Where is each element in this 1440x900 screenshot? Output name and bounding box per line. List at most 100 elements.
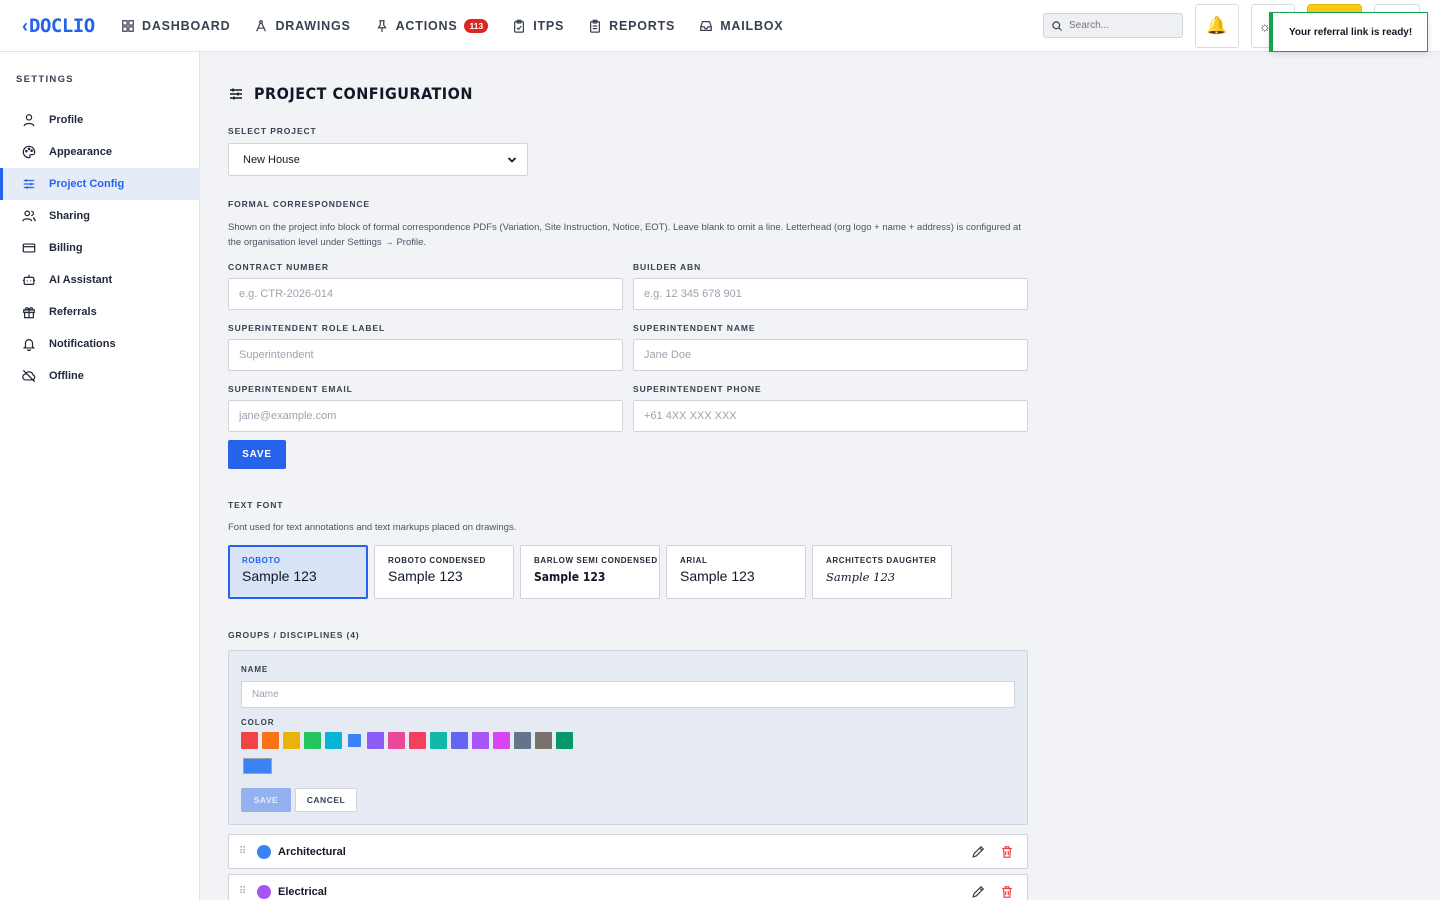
font-option-architects-daughter[interactable]: ARCHITECTS DAUGHTER Sample 123 xyxy=(812,545,952,599)
color-swatch[interactable] xyxy=(451,732,468,749)
save-correspondence-button[interactable]: SAVE xyxy=(228,440,286,469)
group-name-input[interactable] xyxy=(241,681,1015,708)
color-swatch[interactable] xyxy=(514,732,531,749)
nav-itps[interactable]: ITPS xyxy=(512,19,564,33)
main-nav: DASHBOARD DRAWINGS ACTIONS 113 ITPS REPO… xyxy=(121,0,807,52)
trash-icon[interactable] xyxy=(1000,885,1014,899)
font-option-roboto[interactable]: ROBOTO Sample 123 xyxy=(228,545,368,599)
color-swatch[interactable] xyxy=(262,732,279,749)
nav-dashboard[interactable]: DASHBOARD xyxy=(121,19,230,33)
sliders-icon xyxy=(23,179,35,189)
toast-notification: Your referral link is ready! xyxy=(1269,12,1428,52)
sidebar-item-label: Referrals xyxy=(49,306,97,318)
groups-heading: GROUPS / DISCIPLINES (4) xyxy=(228,630,360,640)
color-swatch[interactable] xyxy=(493,732,510,749)
builder-abn-label: BUILDER ABN xyxy=(633,262,702,272)
builder-abn-input[interactable] xyxy=(633,278,1028,310)
group-row[interactable]: ⠿ Electrical xyxy=(228,874,1028,900)
superintendent-name-label: SUPERINTENDENT NAME xyxy=(633,323,756,333)
group-color-label: COLOR xyxy=(241,718,275,727)
sidebar-item-referrals[interactable]: Referrals xyxy=(0,296,200,328)
group-row[interactable]: ⠿ Architectural xyxy=(228,834,1028,869)
nav-actions[interactable]: ACTIONS 113 xyxy=(375,19,489,33)
logo[interactable]: ‹ DOCLIO xyxy=(22,12,95,40)
font-option-name: ROBOTO CONDENSED xyxy=(388,556,486,565)
color-swatch[interactable] xyxy=(556,732,573,749)
superintendent-phone-label: SUPERINTENDENT PHONE xyxy=(633,384,762,394)
pencil-icon[interactable] xyxy=(971,885,985,899)
nav-drawings[interactable]: DRAWINGS xyxy=(254,19,350,33)
drag-handle-icon[interactable]: ⠿ xyxy=(239,846,246,857)
grid-icon xyxy=(122,20,134,32)
top-bar: ‹ DOCLIO DASHBOARD DRAWINGS ACTIONS 113 … xyxy=(0,0,1440,52)
inbox-icon xyxy=(700,21,713,31)
color-swatch[interactable] xyxy=(535,732,552,749)
text-font-description: Font used for text annotations and text … xyxy=(228,522,517,533)
superintendent-role-label: SUPERINTENDENT ROLE LABEL xyxy=(228,323,386,333)
sidebar-list: Profile Appearance Project Config Sharin… xyxy=(0,104,200,392)
sidebar-item-label: Notifications xyxy=(49,338,116,350)
sidebar-item-label: Offline xyxy=(49,370,84,382)
group-name-label: NAME xyxy=(241,665,269,674)
color-swatch[interactable] xyxy=(348,734,361,747)
superintendent-role-input[interactable] xyxy=(228,339,623,371)
bot-icon xyxy=(22,274,36,285)
font-option-sample: Sample 123 xyxy=(388,568,463,584)
add-group-form: NAME COLOR SAVE CANCEL xyxy=(228,650,1028,825)
nav-label: REPORTS xyxy=(609,19,676,33)
color-swatch[interactable] xyxy=(367,732,384,749)
color-swatch[interactable] xyxy=(388,732,405,749)
nav-reports[interactable]: REPORTS xyxy=(588,19,675,33)
notifications-button[interactable]: 🔔 xyxy=(1195,4,1239,48)
drag-handle-icon[interactable]: ⠿ xyxy=(239,886,246,897)
color-swatch[interactable] xyxy=(283,732,300,749)
font-option-sample: Sample 123 xyxy=(680,568,755,584)
superintendent-name-input[interactable] xyxy=(633,339,1028,371)
nav-label: MAILBOX xyxy=(720,19,784,33)
sidebar-item-label: Appearance xyxy=(49,146,112,158)
superintendent-email-input[interactable] xyxy=(228,400,623,432)
project-select[interactable]: New House xyxy=(228,143,528,176)
sidebar-item-offline[interactable]: Offline xyxy=(0,360,200,392)
font-option-arial[interactable]: ARIAL Sample 123 xyxy=(666,545,806,599)
font-option-name: ARIAL xyxy=(680,556,708,565)
group-color-dot xyxy=(257,844,271,859)
cloud-off-icon xyxy=(22,369,36,383)
page-title: PROJECT CONFIGURATION xyxy=(228,84,473,103)
sidebar-item-sharing[interactable]: Sharing xyxy=(0,200,200,232)
pencil-icon[interactable] xyxy=(971,845,985,859)
formal-correspondence-description: Shown on the project info block of forma… xyxy=(228,222,1021,248)
color-swatch[interactable] xyxy=(325,732,342,749)
font-option-roboto-condensed[interactable]: ROBOTO CONDENSED Sample 123 xyxy=(374,545,514,599)
superintendent-phone-input[interactable] xyxy=(633,400,1028,432)
group-name: Architectural xyxy=(278,845,346,858)
sidebar-item-appearance[interactable]: Appearance xyxy=(0,136,200,168)
sidebar-item-notifications[interactable]: Notifications xyxy=(0,328,200,360)
nav-label: DASHBOARD xyxy=(142,19,231,33)
cancel-group-button[interactable]: CANCEL xyxy=(295,788,357,812)
font-option-sample: Sample 123 xyxy=(826,570,896,584)
trash-icon[interactable] xyxy=(1000,845,1014,859)
search-box[interactable] xyxy=(1043,13,1183,38)
nav-mailbox[interactable]: MAILBOX xyxy=(699,19,783,33)
color-swatch[interactable] xyxy=(304,732,321,749)
search-input[interactable] xyxy=(1069,20,1174,31)
sliders-icon xyxy=(230,88,242,99)
font-option-name: ARCHITECTS DAUGHTER xyxy=(826,556,937,565)
selected-color-preview[interactable] xyxy=(243,758,272,774)
sidebar-item-ai-assistant[interactable]: AI Assistant xyxy=(0,264,200,296)
sidebar-item-project-config[interactable]: Project Config xyxy=(0,168,200,200)
settings-sidebar: SETTINGS Profile Appearance Project Conf… xyxy=(0,52,200,900)
font-option-barlow-semi-condensed[interactable]: BARLOW SEMI CONDENSED Sample 123 xyxy=(520,545,660,599)
color-swatch[interactable] xyxy=(241,732,258,749)
sidebar-item-billing[interactable]: Billing xyxy=(0,232,200,264)
sidebar-item-label: Billing xyxy=(49,242,83,254)
color-swatch[interactable] xyxy=(409,732,426,749)
save-group-button[interactable]: SAVE xyxy=(241,788,291,812)
search-icon xyxy=(1052,20,1062,31)
sidebar-item-profile[interactable]: Profile xyxy=(0,104,200,136)
color-swatch[interactable] xyxy=(430,732,447,749)
contract-number-input[interactable] xyxy=(228,278,623,310)
color-swatch[interactable] xyxy=(472,732,489,749)
sidebar-item-label: Sharing xyxy=(49,210,90,222)
